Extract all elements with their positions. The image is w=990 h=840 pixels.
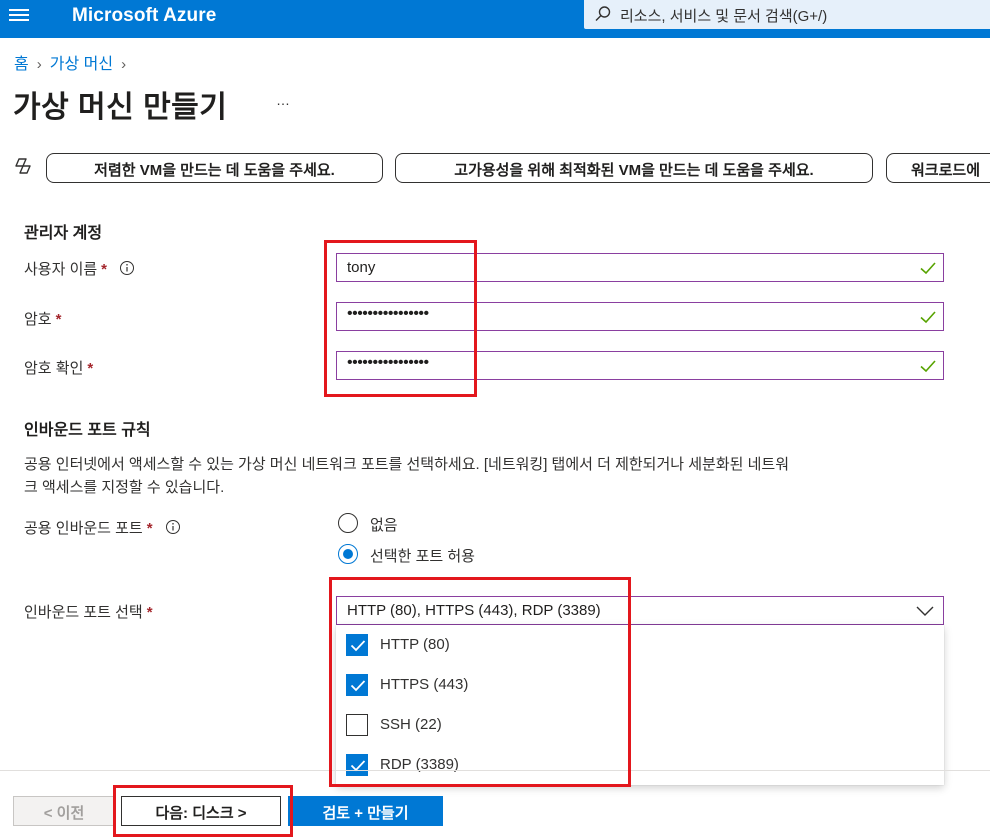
suggestion-cheap-vm-button[interactable]: 저렴한 VM을 만드는 데 도움을 주세요. xyxy=(46,153,383,183)
global-search-input[interactable]: 리소스, 서비스 및 문서 검색(G+/) xyxy=(584,0,990,29)
required-mark: * xyxy=(55,311,62,328)
required-mark: * xyxy=(87,360,94,377)
required-mark: * xyxy=(146,604,153,621)
inbound-ports-select-value: HTTP (80), HTTPS (443), RDP (3389) xyxy=(347,602,601,619)
info-icon[interactable] xyxy=(119,260,135,276)
checkbox-http[interactable] xyxy=(346,634,368,656)
check-icon xyxy=(920,360,936,373)
previous-button[interactable]: < 이전 xyxy=(13,796,115,826)
port-option-ssh[interactable]: SSH (22) xyxy=(336,705,944,745)
breadcrumb-separator-icon: › xyxy=(121,56,127,73)
radio-circle-selected[interactable] xyxy=(338,544,358,564)
checkbox-check-icon xyxy=(350,680,366,692)
description-line: 공용 인터넷에서 액세스할 수 있는 가상 머신 네트워크 포트를 선택하세요.… xyxy=(24,456,790,473)
more-options-button[interactable]: … xyxy=(276,92,291,108)
port-option-label: SSH (22) xyxy=(380,716,442,733)
search-placeholder: 리소스, 서비스 및 문서 검색(G+/) xyxy=(620,8,828,25)
checkbox-https[interactable] xyxy=(346,674,368,696)
confirm-password-label-text: 암호 확인 xyxy=(24,360,84,377)
footer-divider xyxy=(0,770,990,771)
inbound-ports-dropdown: HTTP (80) HTTPS (443) SSH (22) RDP (3389… xyxy=(336,625,944,785)
page-title: 가상 머신 만들기 xyxy=(13,91,228,124)
port-option-https[interactable]: HTTPS (443) xyxy=(336,665,944,705)
password-input[interactable]: •••••••••••••••• xyxy=(336,302,944,331)
password-label-text: 암호 xyxy=(24,311,52,328)
check-icon xyxy=(920,311,936,324)
port-option-label: HTTPS (443) xyxy=(380,676,469,693)
brand-title[interactable]: Microsoft Azure xyxy=(72,5,216,27)
breadcrumb-virtual-machines[interactable]: 가상 머신 xyxy=(50,56,113,73)
username-value: tony xyxy=(347,259,376,276)
info-icon[interactable] xyxy=(165,519,181,535)
port-option-label: HTTP (80) xyxy=(380,636,450,653)
public-ports-label-text: 공용 인바운드 포트 xyxy=(24,520,143,537)
breadcrumb-separator-icon: › xyxy=(36,56,42,73)
username-input[interactable]: tony xyxy=(336,253,944,282)
port-option-http[interactable]: HTTP (80) xyxy=(336,625,944,665)
inbound-ports-select[interactable]: HTTP (80), HTTPS (443), RDP (3389) xyxy=(336,596,944,625)
required-mark: * xyxy=(146,520,153,537)
confirm-password-input[interactable]: •••••••••••••••• xyxy=(336,351,944,380)
breadcrumb-home[interactable]: 홈 xyxy=(14,56,29,73)
select-inbound-ports-label: 인바운드 포트 선택 * xyxy=(24,601,153,622)
suggestion-high-availability-vm-button[interactable]: 고가용성을 위해 최적화된 VM을 만드는 데 도움을 주세요. xyxy=(395,153,873,183)
checkbox-ssh[interactable] xyxy=(346,714,368,736)
password-label: 암호 * xyxy=(24,308,61,329)
hamburger-menu-icon[interactable] xyxy=(9,8,29,26)
copilot-icon xyxy=(15,158,31,174)
review-create-button[interactable]: 검토 + 만들기 xyxy=(288,796,443,826)
radio-dot xyxy=(343,549,353,559)
top-bar: Microsoft Azure 리소스, 서비스 및 문서 검색(G+/) xyxy=(0,0,990,38)
breadcrumb: 홈 › 가상 머신 › xyxy=(14,50,134,74)
suggestion-workload-button[interactable]: 워크로드에 xyxy=(886,153,990,183)
username-label: 사용자 이름 * xyxy=(24,258,135,279)
radio-circle[interactable] xyxy=(338,513,358,533)
required-mark: * xyxy=(101,261,108,278)
check-icon xyxy=(920,262,936,275)
inbound-rules-description: 공용 인터넷에서 액세스할 수 있는 가상 머신 네트워크 포트를 선택하세요.… xyxy=(24,453,944,499)
checkbox-check-icon xyxy=(350,640,366,652)
radio-allow-selected-ports-label: 선택한 포트 허용 xyxy=(370,548,475,565)
admin-account-heading: 관리자 계정 xyxy=(24,225,103,242)
public-ports-label: 공용 인바운드 포트 * xyxy=(24,517,181,538)
confirm-password-label: 암호 확인 * xyxy=(24,357,93,378)
next-disks-button[interactable]: 다음: 디스크 > xyxy=(121,796,281,826)
port-option-rdp[interactable]: RDP (3389) xyxy=(336,745,944,785)
chevron-down-icon[interactable] xyxy=(916,605,934,617)
search-icon xyxy=(595,6,611,21)
checkbox-rdp[interactable] xyxy=(346,754,368,776)
confirm-password-value: •••••••••••••••• xyxy=(347,354,429,371)
password-value: •••••••••••••••• xyxy=(347,305,429,322)
inbound-rules-heading: 인바운드 포트 규칙 xyxy=(24,422,151,439)
select-inbound-ports-label-text: 인바운드 포트 선택 xyxy=(24,604,143,621)
description-line: 크 액세스를 지정할 수 있습니다. xyxy=(24,479,225,496)
radio-none-label: 없음 xyxy=(370,517,398,534)
username-label-text: 사용자 이름 xyxy=(24,261,98,278)
